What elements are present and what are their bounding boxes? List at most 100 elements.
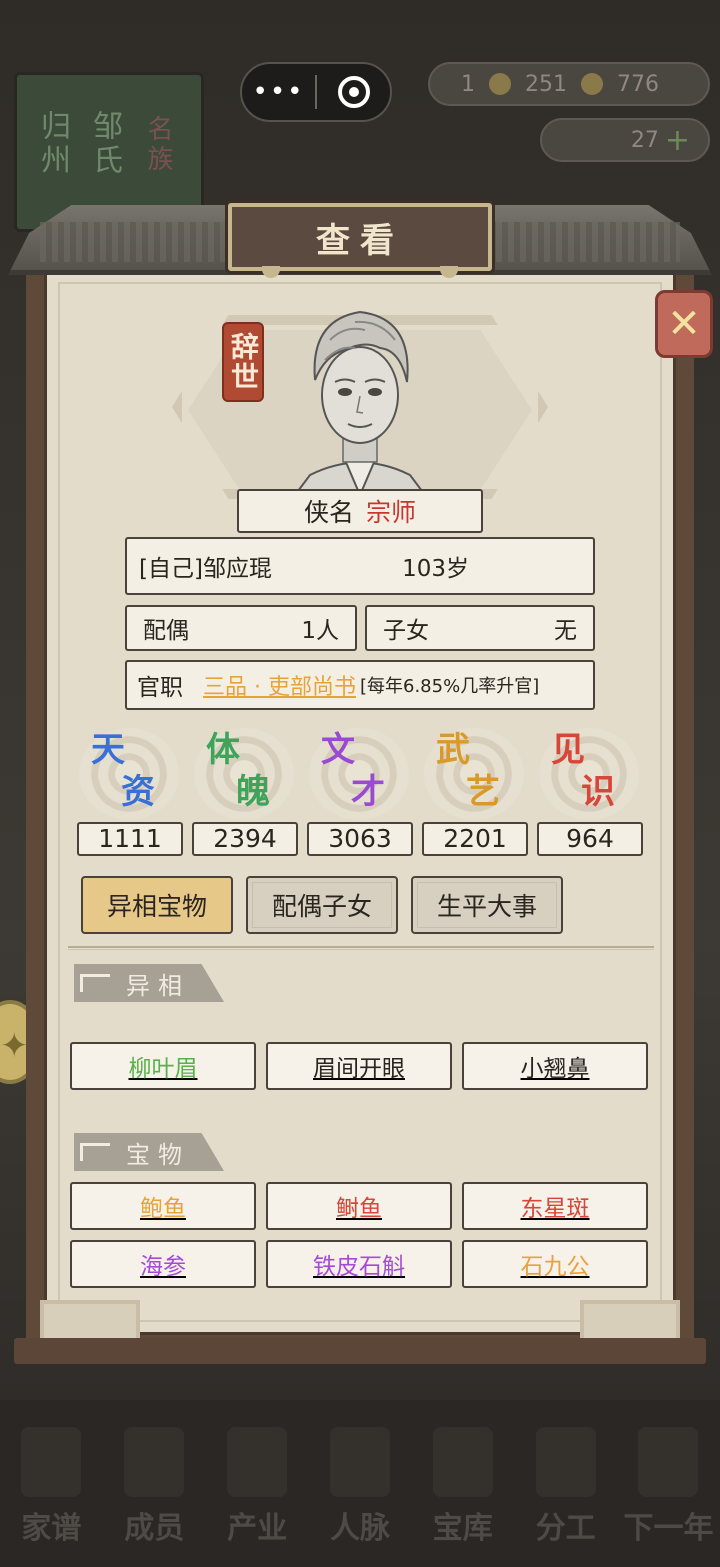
hero-label: 侠名 <box>303 498 354 527</box>
book-text-2: 邹氏 <box>87 110 122 178</box>
resource-bar-2: 27 + <box>540 118 710 162</box>
panel-foot <box>14 1338 706 1364</box>
stat-martial: 武艺 2201 <box>422 728 528 858</box>
panel-title-plaque: 查看 <box>228 203 492 271</box>
network-icon <box>329 1427 390 1497</box>
character-age: 103岁 <box>402 556 469 582</box>
stat-value: 2201 <box>422 822 528 856</box>
children-label: 子女 <box>383 618 429 644</box>
close-icon: ✕ <box>667 301 701 347</box>
name-age-row: [自己]邹应琨 103岁 <box>125 537 595 595</box>
treasury-icon <box>432 1427 493 1497</box>
deceased-stamp: 辞世 <box>222 322 264 402</box>
nav-next-year[interactable]: 下一年 <box>623 1427 713 1547</box>
add-icon[interactable]: + <box>665 123 690 158</box>
feature-label: 小翘鼻 <box>520 1056 590 1082</box>
gold-bar-icon <box>489 73 511 95</box>
panel-foot-deco-left <box>40 1300 140 1340</box>
nav-property[interactable]: 产业 <box>212 1427 302 1547</box>
treasure-item[interactable]: 鲍鱼 <box>70 1182 256 1230</box>
spouse-label: 配偶 <box>143 618 189 644</box>
nav-label: 宝库 <box>432 1511 493 1546</box>
nav-network[interactable]: 人脉 <box>315 1427 405 1547</box>
treasure-label: 鲥鱼 <box>336 1196 382 1222</box>
feature-item[interactable]: 柳叶眉 <box>70 1042 256 1090</box>
spouse-value: 1人 <box>301 618 339 644</box>
nav-label: 产业 <box>227 1511 288 1546</box>
stat-name: 见识 <box>551 730 615 812</box>
resource1-a: 251 <box>525 71 567 97</box>
stat-literary: 文才 3063 <box>307 728 413 858</box>
bottom-nav: 家谱 成员 产业 人脉 宝库 分工 下一年 <box>0 1400 720 1567</box>
stat-name: 天资 <box>91 730 155 812</box>
stat-value: 1111 <box>77 822 183 856</box>
resource2-value: 27 <box>630 127 659 153</box>
treasure-item[interactable]: 东星斑 <box>462 1182 648 1230</box>
character-name: [自己]邹应琨 <box>139 556 272 582</box>
nav-members[interactable]: 成员 <box>109 1427 199 1547</box>
treasures-title: 宝物 <box>126 1140 190 1169</box>
resource1-b: 776 <box>617 71 659 97</box>
treasure-label: 鲍鱼 <box>140 1196 186 1222</box>
nav-assignment[interactable]: 分工 <box>521 1427 611 1547</box>
resource1-left: 1 <box>461 71 475 97</box>
features-section-header: 异相 <box>74 964 224 1002</box>
stat-name: 武艺 <box>436 730 500 812</box>
genealogy-icon <box>21 1427 82 1497</box>
nav-label: 人脉 <box>329 1511 390 1546</box>
children-box: 子女 无 <box>365 605 595 651</box>
close-button[interactable]: ✕ <box>655 290 713 358</box>
stat-physique: 体魄 2394 <box>192 728 298 858</box>
treasure-item[interactable]: 铁皮石斛 <box>266 1240 452 1288</box>
nav-label: 成员 <box>124 1511 185 1546</box>
miniprogram-capsule: ••• <box>240 62 392 122</box>
stat-name: 文才 <box>321 730 385 812</box>
close-miniprogram-button[interactable] <box>317 76 390 108</box>
nav-label: 家谱 <box>21 1511 82 1546</box>
tab-family[interactable]: 配偶子女 <box>246 876 398 934</box>
nav-label: 分工 <box>535 1511 596 1546</box>
treasure-item[interactable]: 石九公 <box>462 1240 648 1288</box>
members-icon <box>124 1427 185 1497</box>
stat-value: 964 <box>537 822 643 856</box>
office-title-link[interactable]: 三品 · 吏部尚书 <box>203 669 356 701</box>
spouse-box: 配偶 1人 <box>125 605 357 651</box>
treasure-label: 东星斑 <box>520 1196 590 1222</box>
treasure-label: 石九公 <box>520 1254 590 1280</box>
treasure-item[interactable]: 鲥鱼 <box>266 1182 452 1230</box>
property-icon <box>227 1427 288 1497</box>
character-portrait <box>293 310 427 495</box>
children-value: 无 <box>554 618 577 644</box>
nav-label: 下一年 <box>623 1511 714 1546</box>
more-menu-button[interactable]: ••• <box>242 77 315 107</box>
tab-treasures[interactable]: 异相宝物 <box>81 876 233 934</box>
office-label: 官职 <box>137 675 183 701</box>
stat-value: 2394 <box>192 822 298 856</box>
silver-icon <box>581 73 603 95</box>
panel-foot-deco-right <box>580 1300 680 1340</box>
stat-value: 3063 <box>307 822 413 856</box>
section-divider <box>68 946 654 950</box>
feature-item[interactable]: 小翘鼻 <box>462 1042 648 1090</box>
panel-title: 查看 <box>316 220 404 261</box>
tab-label: 异相宝物 <box>106 892 207 921</box>
book-text-1: 归州 <box>35 110 70 178</box>
stat-name: 体魄 <box>206 730 270 812</box>
stat-talent: 天资 1111 <box>77 728 183 858</box>
stat-insight: 见识 964 <box>537 728 643 858</box>
star-icon: ✦ <box>0 1026 29 1066</box>
target-icon <box>337 76 370 108</box>
office-promotion-note: [每年6.85%几率升官] <box>359 676 540 697</box>
feature-item[interactable]: 眉间开眼 <box>266 1042 452 1090</box>
treasure-label: 海参 <box>140 1254 186 1280</box>
assignment-icon <box>535 1427 596 1497</box>
hero-title: 宗师 <box>366 498 417 527</box>
lantern-icon <box>638 1427 699 1497</box>
treasure-item[interactable]: 海参 <box>70 1240 256 1288</box>
nav-genealogy[interactable]: 家谱 <box>6 1427 96 1547</box>
book-text-3: 名族 <box>143 115 173 175</box>
features-title: 异相 <box>126 971 190 1000</box>
nav-treasury[interactable]: 宝库 <box>418 1427 508 1547</box>
treasure-label: 铁皮石斛 <box>313 1254 405 1280</box>
tab-life-events[interactable]: 生平大事 <box>411 876 563 934</box>
